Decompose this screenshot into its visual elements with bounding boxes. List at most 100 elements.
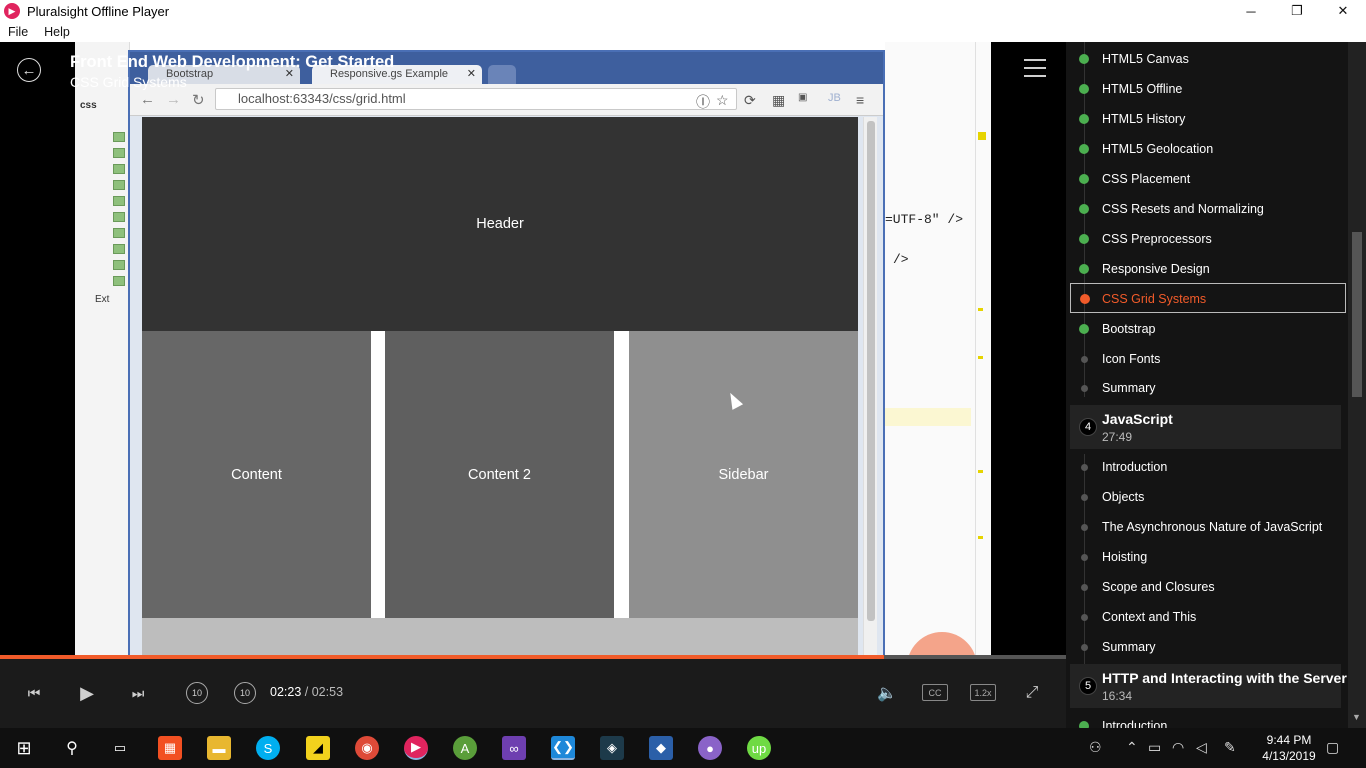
forward-arrow-icon[interactable]: → xyxy=(166,91,181,108)
clip-item[interactable]: Summary xyxy=(1066,373,1348,403)
video-frame[interactable]: css Ext =UTF-8" /> /> Bootstrap ✕ Respon… xyxy=(75,42,991,655)
address-bar[interactable]: localhost:63343/css/grid.html xyxy=(215,88,737,110)
clip-item[interactable]: Bootstrap xyxy=(1066,314,1348,344)
maximize-button[interactable]: ❐ xyxy=(1274,0,1320,22)
file-explorer-icon[interactable]: ▬ xyxy=(207,736,231,760)
clip-item[interactable]: CSS Preprocessors xyxy=(1066,224,1348,254)
volume-tray-icon[interactable]: ◁ xyxy=(1196,739,1207,756)
reload-icon[interactable]: ↻ xyxy=(192,91,205,109)
minimize-button[interactable]: ─ xyxy=(1228,0,1274,22)
wifi-icon[interactable]: ◠ xyxy=(1172,739,1184,756)
skype-icon[interactable]: S xyxy=(256,736,280,760)
browser-menu-icon[interactable]: ≡ xyxy=(856,92,864,108)
closed-captions-button[interactable]: CC xyxy=(922,684,948,701)
new-tab-button[interactable] xyxy=(488,65,516,84)
vscode-icon[interactable]: ❮❯ xyxy=(551,736,575,760)
clip-label: HTML5 Offline xyxy=(1102,82,1183,96)
clip-item[interactable]: Introduction xyxy=(1066,711,1348,728)
clip-item[interactable]: Summary xyxy=(1066,632,1348,662)
scrollbar-thumb[interactable] xyxy=(1352,232,1362,397)
table-of-contents-button[interactable] xyxy=(1024,59,1046,77)
ide-code-editor: =UTF-8" /> /> xyxy=(885,42,991,655)
ide-file-icon xyxy=(113,180,125,190)
clip-item[interactable]: HTML5 History xyxy=(1066,104,1348,134)
info-icon[interactable]: Ⓘ xyxy=(696,92,710,112)
clip-item[interactable]: HTML5 Canvas xyxy=(1066,44,1348,74)
fullscreen-icon[interactable]: ⤢ xyxy=(1022,683,1042,703)
volume-icon[interactable]: 🔈 xyxy=(876,683,898,703)
page-scrollbar[interactable] xyxy=(863,117,877,655)
menu-file[interactable]: File xyxy=(8,25,28,39)
forward-10-button[interactable]: 10 xyxy=(234,682,256,704)
search-icon[interactable]: ⚲ xyxy=(60,736,84,760)
android-studio-icon[interactable]: A xyxy=(453,736,477,760)
visual-studio-icon[interactable]: ∞ xyxy=(502,736,526,760)
extension-icon[interactable]: ▣ xyxy=(798,92,807,103)
menu-help[interactable]: Help xyxy=(44,25,70,39)
system-clock[interactable]: 9:44 PM 4/13/2019 xyxy=(1260,732,1318,764)
back-arrow-icon[interactable]: ← xyxy=(140,91,155,108)
chrome-icon[interactable]: ◉ xyxy=(355,736,379,760)
close-button[interactable]: ✕ xyxy=(1320,0,1366,22)
module-header[interactable]: 5 HTTP and Interacting with the Server 1… xyxy=(1070,664,1347,708)
ide-project-root: css xyxy=(80,100,97,111)
windows-start-icon[interactable]: ⊞ xyxy=(12,736,36,760)
clip-item[interactable]: Icon Fonts xyxy=(1066,344,1348,374)
completed-check-icon xyxy=(1079,54,1089,64)
github-desktop-icon[interactable]: ● xyxy=(698,736,722,760)
git-icon[interactable]: ◆ xyxy=(649,736,673,760)
clip-item[interactable]: CSS Placement xyxy=(1066,164,1348,194)
unwatched-dot-icon xyxy=(1081,614,1088,621)
action-center-icon[interactable]: ▢ xyxy=(1326,739,1339,756)
pluralsight-icon[interactable]: ▶ xyxy=(404,736,428,760)
module-header[interactable]: 4 JavaScript 27:49 xyxy=(1070,405,1341,449)
store-icon[interactable]: ▦ xyxy=(158,736,182,760)
sticky-notes-icon[interactable]: ◢ xyxy=(306,736,330,760)
clip-item-current[interactable]: CSS Grid Systems xyxy=(1070,283,1346,313)
clip-item[interactable]: Scope and Closures xyxy=(1066,572,1348,602)
sidebar-scrollbar[interactable]: ▼ xyxy=(1348,42,1366,728)
clip-item[interactable]: HTML5 Offline xyxy=(1066,74,1348,104)
scroll-down-arrow-icon[interactable]: ▼ xyxy=(1352,712,1361,722)
clip-item[interactable]: Hoisting xyxy=(1066,542,1348,572)
editor-marker xyxy=(978,536,983,539)
pen-icon[interactable]: ✎ xyxy=(1224,739,1236,756)
editor-marker xyxy=(978,308,983,311)
next-clip-button[interactable]: ⏭ xyxy=(128,683,148,703)
close-tab-icon[interactable]: ✕ xyxy=(467,65,476,84)
people-icon[interactable]: ⚇ xyxy=(1089,739,1102,756)
clip-item[interactable]: Responsive Design xyxy=(1066,254,1348,284)
bookmark-star-icon[interactable]: ☆ xyxy=(716,92,729,109)
window-title: Pluralsight Offline Player xyxy=(27,3,170,19)
upwork-icon[interactable]: up xyxy=(747,736,771,760)
completed-check-icon xyxy=(1079,84,1089,94)
clip-item[interactable]: Objects xyxy=(1066,482,1348,512)
extension-icon[interactable]: JB xyxy=(828,92,841,104)
chevron-up-icon[interactable]: ⌃ xyxy=(1126,739,1138,756)
playback-speed-button[interactable]: 1.2x xyxy=(970,684,996,701)
clip-item[interactable]: Introduction xyxy=(1066,452,1348,482)
back-button[interactable]: ← xyxy=(17,58,41,82)
clip-item[interactable]: CSS Resets and Normalizing xyxy=(1066,194,1348,224)
previous-clip-button[interactable]: ⏮ xyxy=(24,683,44,703)
ide-file-icon xyxy=(113,148,125,158)
ide-file-icon xyxy=(113,164,125,174)
clip-item[interactable]: Context and This xyxy=(1066,602,1348,632)
extension-icon[interactable]: ▦ xyxy=(772,92,785,109)
video-player[interactable]: css Ext =UTF-8" /> /> Bootstrap ✕ Respon… xyxy=(0,42,1066,728)
app-icon[interactable]: ◈ xyxy=(600,736,624,760)
clip-label: CSS Preprocessors xyxy=(1102,232,1212,246)
play-button[interactable]: ▶ xyxy=(76,681,98,705)
task-view-icon[interactable]: ▭ xyxy=(108,736,132,760)
player-controls: ⏮ ▶ ⏭ 10 10 02:23 / 02:53 🔈 CC 1.2x ⤢ xyxy=(0,659,1066,728)
rewind-10-button[interactable]: 10 xyxy=(186,682,208,704)
clip-label: The Asynchronous Nature of JavaScript xyxy=(1102,520,1323,534)
module-duration: 27:49 xyxy=(1102,430,1133,444)
battery-icon[interactable]: ▭ xyxy=(1148,739,1161,756)
extension-icon[interactable]: ⟳ xyxy=(744,92,756,109)
total-duration: 02:53 xyxy=(311,685,344,699)
clip-item[interactable]: The Asynchronous Nature of JavaScript xyxy=(1066,512,1348,542)
clip-label: HTML5 Canvas xyxy=(1102,52,1189,66)
clip-item[interactable]: HTML5 Geolocation xyxy=(1066,134,1348,164)
completed-check-icon xyxy=(1079,721,1089,728)
